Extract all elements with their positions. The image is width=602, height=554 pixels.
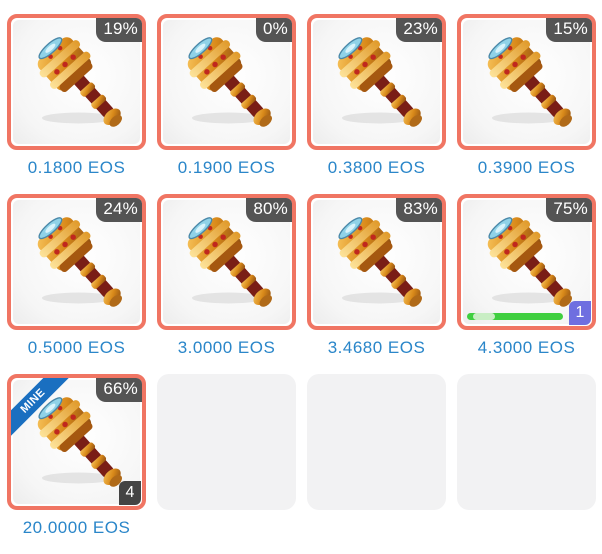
listing-cell: 83% 3.4680 EOS	[307, 194, 446, 374]
golden-hammer-icon	[477, 34, 586, 139]
inventory-grid: 19% 0.1800 EOS 0% 0.1900 EOS 23% 0.3800 …	[7, 14, 596, 554]
listing-cell: 23% 0.3800 EOS	[307, 14, 446, 194]
listing-price: 0.1800 EOS	[27, 158, 126, 177]
listing-price: 4.3000 EOS	[477, 338, 576, 357]
listing-price: 0.3800 EOS	[327, 158, 426, 177]
listing-cell: MINE 66% 4 20.0000 EOS	[7, 374, 146, 554]
listing-card[interactable]: 15%	[457, 14, 596, 150]
listing-price: 3.4680 EOS	[327, 338, 426, 357]
percent-badge: 75%	[546, 198, 592, 222]
progress-marker	[473, 313, 495, 320]
listing-cell: 24% 0.5000 EOS	[7, 194, 146, 374]
golden-hammer-icon	[177, 214, 286, 319]
durability-progress-bar	[467, 313, 563, 320]
empty-slot-placeholder	[307, 374, 446, 510]
listing-card[interactable]: MINE 66% 4	[7, 374, 146, 510]
listing-price: 0.3900 EOS	[477, 158, 576, 177]
listing-price: 20.0000 EOS	[22, 518, 131, 537]
percent-badge: 15%	[546, 18, 592, 42]
percent-badge: 24%	[96, 198, 142, 222]
percent-badge: 66%	[96, 378, 142, 402]
listing-card[interactable]: 0%	[157, 14, 296, 150]
golden-hammer-icon	[327, 214, 436, 319]
listing-cell: 19% 0.1800 EOS	[7, 14, 146, 194]
golden-hammer-icon	[27, 34, 136, 139]
percent-badge: 23%	[396, 18, 442, 42]
listing-card[interactable]: 19%	[7, 14, 146, 150]
empty-slot-placeholder	[157, 374, 296, 510]
listing-card[interactable]: 80%	[157, 194, 296, 330]
listing-price: 0.1900 EOS	[177, 158, 276, 177]
listing-cell: 0% 0.1900 EOS	[157, 14, 296, 194]
count-badge: 4	[119, 481, 141, 505]
percent-badge: 0%	[256, 18, 292, 42]
golden-hammer-icon	[327, 34, 436, 139]
listing-card[interactable]: 75% 1	[457, 194, 596, 330]
listing-card[interactable]: 83%	[307, 194, 446, 330]
listing-price: 3.0000 EOS	[177, 338, 276, 357]
listing-cell: 15% 0.3900 EOS	[457, 14, 596, 194]
listing-price: 0.5000 EOS	[27, 338, 126, 357]
empty-slot-placeholder	[457, 374, 596, 510]
percent-badge: 83%	[396, 198, 442, 222]
listing-card[interactable]: 23%	[307, 14, 446, 150]
listing-cell: 75% 1 4.3000 EOS	[457, 194, 596, 374]
empty-slot	[457, 374, 596, 554]
count-badge: 1	[569, 301, 591, 325]
golden-hammer-icon	[27, 214, 136, 319]
golden-hammer-icon	[177, 34, 286, 139]
empty-slot	[157, 374, 296, 554]
listing-card[interactable]: 24%	[7, 194, 146, 330]
listing-cell: 80% 3.0000 EOS	[157, 194, 296, 374]
percent-badge: 19%	[96, 18, 142, 42]
percent-badge: 80%	[246, 198, 292, 222]
empty-slot	[307, 374, 446, 554]
